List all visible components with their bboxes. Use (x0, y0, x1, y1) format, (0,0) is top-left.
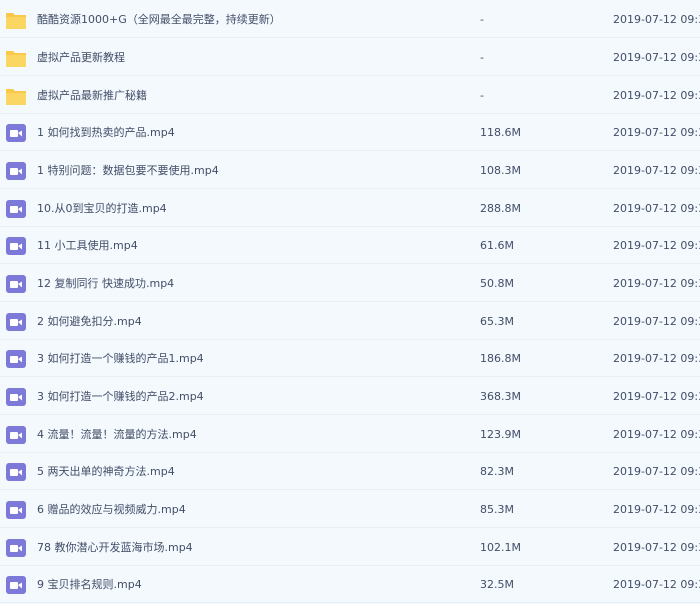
file-list: 酷酷资源1000+G（全网最全最完整，持续更新） - 2019-07-12 09… (0, 0, 700, 604)
file-name[interactable]: 1 如何找到热卖的产品.mp4 (37, 124, 175, 141)
video-file-icon (5, 500, 27, 520)
file-date: 2019-07-12 09:31 (613, 239, 700, 252)
file-size: 186.8M (480, 352, 521, 365)
folder-icon (5, 48, 27, 68)
video-file-icon (5, 387, 27, 407)
video-file-icon (5, 199, 27, 219)
file-row[interactable]: 12 复制同行 快速成功.mp4 50.8M 2019-07-12 09:31 (0, 265, 700, 302)
video-file-icon (5, 575, 27, 595)
video-file-icon (5, 349, 27, 369)
file-size: - (480, 13, 484, 26)
file-row[interactable]: 9 宝贝排名规则.mp4 32.5M 2019-07-12 09:31 (0, 566, 700, 603)
file-name[interactable]: 虚拟产品更新教程 (37, 49, 125, 66)
video-file-icon (5, 123, 27, 143)
file-row[interactable]: 6 赠品的效应与视频威力.mp4 85.3M 2019-07-12 09:31 (0, 491, 700, 528)
file-size: 50.8M (480, 277, 514, 290)
file-name[interactable]: 78 教你潜心开发蓝海市场.mp4 (37, 539, 193, 556)
file-row[interactable]: 2 如何避免扣分.mp4 65.3M 2019-07-12 09:31 (0, 303, 700, 340)
file-name[interactable]: 3 如何打造一个赚钱的产品2.mp4 (37, 388, 204, 405)
file-date: 2019-07-12 09:31 (613, 164, 700, 177)
file-date: 2019-07-12 09:31 (613, 503, 700, 516)
file-date: 2019-07-12 09:31 (613, 126, 700, 139)
video-file-icon (5, 462, 27, 482)
file-name[interactable]: 2 如何避免扣分.mp4 (37, 313, 142, 330)
file-name[interactable]: 11 小工具使用.mp4 (37, 237, 138, 254)
file-date: 2019-07-12 09:31 (613, 428, 700, 441)
file-name[interactable]: 虚拟产品最新推广秘籍 (37, 87, 147, 104)
file-name[interactable]: 酷酷资源1000+G（全网最全最完整，持续更新） (37, 11, 281, 28)
file-size: - (480, 89, 484, 102)
file-row[interactable]: 3 如何打造一个赚钱的产品2.mp4 368.3M 2019-07-12 09:… (0, 378, 700, 415)
video-file-icon (5, 161, 27, 181)
file-name[interactable]: 1 特别问题：数据包要不要使用.mp4 (37, 162, 219, 179)
file-size: 118.6M (480, 126, 521, 139)
file-row[interactable]: 11 小工具使用.mp4 61.6M 2019-07-12 09:31 (0, 227, 700, 264)
folder-icon (5, 86, 27, 106)
file-date: 2019-07-12 09:31 (613, 202, 700, 215)
file-size: 61.6M (480, 239, 514, 252)
file-size: 123.9M (480, 428, 521, 441)
file-date: 2019-07-12 09:31 (613, 578, 700, 591)
file-size: 108.3M (480, 164, 521, 177)
file-date: 2019-07-12 09:31 (613, 51, 700, 64)
file-row[interactable]: 10.从0到宝贝的打造.mp4 288.8M 2019-07-12 09:31 (0, 190, 700, 227)
file-date: 2019-07-12 09:31 (613, 465, 700, 478)
file-row[interactable]: 1 如何找到热卖的产品.mp4 118.6M 2019-07-12 09:31 (0, 114, 700, 151)
file-date: 2019-07-12 09:31 (613, 315, 700, 328)
file-size: - (480, 51, 484, 64)
file-size: 368.3M (480, 390, 521, 403)
file-row[interactable]: 78 教你潜心开发蓝海市场.mp4 102.1M 2019-07-12 09:3… (0, 529, 700, 566)
file-name[interactable]: 10.从0到宝贝的打造.mp4 (37, 200, 167, 217)
file-date: 2019-07-12 09:31 (613, 89, 700, 102)
file-date: 2019-07-12 09:31 (613, 390, 700, 403)
file-date: 2019-07-12 09:31 (613, 352, 700, 365)
video-file-icon (5, 425, 27, 445)
file-row[interactable]: 1 特别问题：数据包要不要使用.mp4 108.3M 2019-07-12 09… (0, 152, 700, 189)
video-file-icon (5, 538, 27, 558)
file-size: 85.3M (480, 503, 514, 516)
file-date: 2019-07-12 09:31 (613, 277, 700, 290)
file-name[interactable]: 4 流量！流量！流量的方法.mp4 (37, 426, 197, 443)
file-row[interactable]: 虚拟产品最新推广秘籍 - 2019-07-12 09:31 (0, 77, 700, 114)
file-size: 82.3M (480, 465, 514, 478)
file-date: 2019-07-12 09:31 (613, 13, 700, 26)
file-row[interactable]: 4 流量！流量！流量的方法.mp4 123.9M 2019-07-12 09:3… (0, 416, 700, 453)
file-row[interactable]: 虚拟产品更新教程 - 2019-07-12 09:31 (0, 39, 700, 76)
file-size: 288.8M (480, 202, 521, 215)
file-row[interactable]: 3 如何打造一个赚钱的产品1.mp4 186.8M 2019-07-12 09:… (0, 340, 700, 377)
file-name[interactable]: 12 复制同行 快速成功.mp4 (37, 275, 174, 292)
file-row[interactable]: 酷酷资源1000+G（全网最全最完整，持续更新） - 2019-07-12 09… (0, 1, 700, 38)
video-file-icon (5, 236, 27, 256)
video-file-icon (5, 274, 27, 294)
file-name[interactable]: 3 如何打造一个赚钱的产品1.mp4 (37, 350, 204, 367)
file-name[interactable]: 5 两天出单的神奇方法.mp4 (37, 463, 175, 480)
file-row[interactable]: 5 两天出单的神奇方法.mp4 82.3M 2019-07-12 09:31 (0, 453, 700, 490)
file-date: 2019-07-12 09:31 (613, 541, 700, 554)
video-file-icon (5, 312, 27, 332)
file-name[interactable]: 6 赠品的效应与视频威力.mp4 (37, 501, 186, 518)
file-name[interactable]: 9 宝贝排名规则.mp4 (37, 576, 142, 593)
file-size: 65.3M (480, 315, 514, 328)
file-size: 32.5M (480, 578, 514, 591)
folder-icon (5, 10, 27, 30)
file-size: 102.1M (480, 541, 521, 554)
